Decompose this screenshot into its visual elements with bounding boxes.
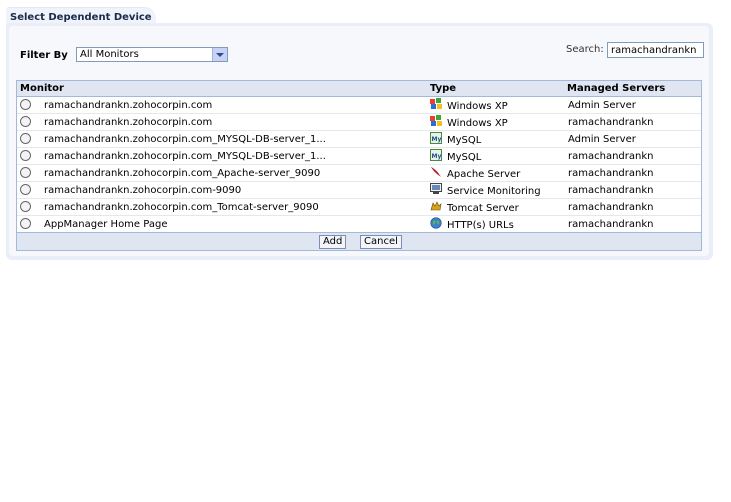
monitor-name: ramachandrankn.zohocorpin.com_MYSQL-DB-s… — [44, 134, 326, 145]
mysql-icon: My — [430, 132, 442, 144]
managed-server: ramachandrankn — [568, 202, 654, 213]
monitor-name: ramachandrankn.zohocorpin.com-9090 — [44, 185, 242, 196]
monitor-type: Windows XP — [447, 101, 508, 112]
table-row[interactable]: ramachandrankn.zohocorpin.com_Apache-ser… — [17, 165, 701, 182]
row-radio-button[interactable] — [20, 99, 31, 110]
globe-icon — [430, 217, 442, 229]
service-monitor-icon — [430, 183, 442, 195]
windows-icon — [430, 115, 442, 127]
monitor-type: HTTP(s) URLs — [447, 220, 514, 231]
monitor-type: MySQL — [447, 135, 482, 146]
svg-text:My: My — [432, 153, 442, 160]
column-header-monitor: Monitor — [20, 83, 64, 94]
monitor-name: ramachandrankn.zohocorpin.com_Apache-ser… — [44, 168, 321, 179]
managed-server: ramachandrankn — [568, 168, 654, 179]
table-row[interactable]: ramachandrankn.zohocorpin.com_Tomcat-ser… — [17, 199, 701, 216]
monitor-type: Apache Server — [447, 169, 521, 180]
monitor-name: ramachandrankn.zohocorpin.com_MYSQL-DB-s… — [44, 151, 326, 162]
tomcat-icon — [430, 200, 442, 212]
table-header: Monitor Type Managed Servers — [17, 81, 701, 97]
cancel-button[interactable]: Cancel — [360, 235, 402, 249]
windows-icon — [430, 98, 442, 110]
filter-selected-value: All Monitors — [80, 49, 139, 60]
managed-server: ramachandrankn — [568, 151, 654, 162]
column-header-type: Type — [430, 83, 457, 94]
table-footer: Add Cancel — [17, 232, 701, 250]
monitor-name: ramachandrankn.zohocorpin.com — [44, 117, 213, 128]
row-radio-button[interactable] — [20, 150, 31, 161]
row-radio-button[interactable] — [20, 133, 31, 144]
table-row[interactable]: ramachandrankn.zohocorpin.com-9090 Servic… — [17, 182, 701, 199]
mysql-icon: My — [430, 149, 442, 161]
filter-dropdown[interactable]: All Monitors — [76, 47, 228, 62]
search-input[interactable] — [607, 42, 704, 58]
table-body: ramachandrankn.zohocorpin.com Windows XP A… — [17, 97, 701, 232]
table-row[interactable]: ramachandrankn.zohocorpin.com Windows XP r… — [17, 114, 701, 131]
row-radio-button[interactable] — [20, 167, 31, 178]
filter-label: Filter By — [20, 50, 68, 61]
row-radio-button[interactable] — [20, 116, 31, 127]
chevron-down-icon[interactable] — [212, 48, 227, 61]
monitor-type: Tomcat Server — [447, 203, 519, 214]
search-label: Search: — [566, 44, 604, 55]
row-radio-button[interactable] — [20, 184, 31, 195]
apache-feather-icon — [430, 166, 442, 178]
row-radio-button[interactable] — [20, 201, 31, 212]
table-row[interactable]: AppManager Home Page HTTP(s) URLs ramachan… — [17, 216, 701, 232]
monitor-type: Windows XP — [447, 118, 508, 129]
monitor-type: MySQL — [447, 152, 482, 163]
managed-server: Admin Server — [568, 134, 636, 145]
monitor-name: AppManager Home Page — [44, 219, 168, 230]
managed-server: ramachandrankn — [568, 185, 654, 196]
dialog-title: Select Dependent Device — [10, 12, 152, 23]
managed-server: Admin Server — [568, 100, 636, 111]
monitor-name: ramachandrankn.zohocorpin.com_Tomcat-ser… — [44, 202, 319, 213]
svg-text:My: My — [432, 136, 442, 143]
managed-server: ramachandrankn — [568, 219, 654, 230]
monitor-name: ramachandrankn.zohocorpin.com — [44, 100, 213, 111]
managed-server: ramachandrankn — [568, 117, 654, 128]
table-row[interactable]: ramachandrankn.zohocorpin.com_MYSQL-DB-s… — [17, 131, 701, 148]
monitor-type: Service Monitoring — [447, 186, 541, 197]
row-radio-button[interactable] — [20, 218, 31, 229]
table-row[interactable]: ramachandrankn.zohocorpin.com Windows XP A… — [17, 97, 701, 114]
column-header-managed-servers: Managed Servers — [567, 83, 666, 94]
add-button[interactable]: Add — [319, 235, 347, 249]
table-row[interactable]: ramachandrankn.zohocorpin.com_MYSQL-DB-s… — [17, 148, 701, 165]
device-table: Monitor Type Managed Servers ramachandra… — [16, 80, 702, 251]
